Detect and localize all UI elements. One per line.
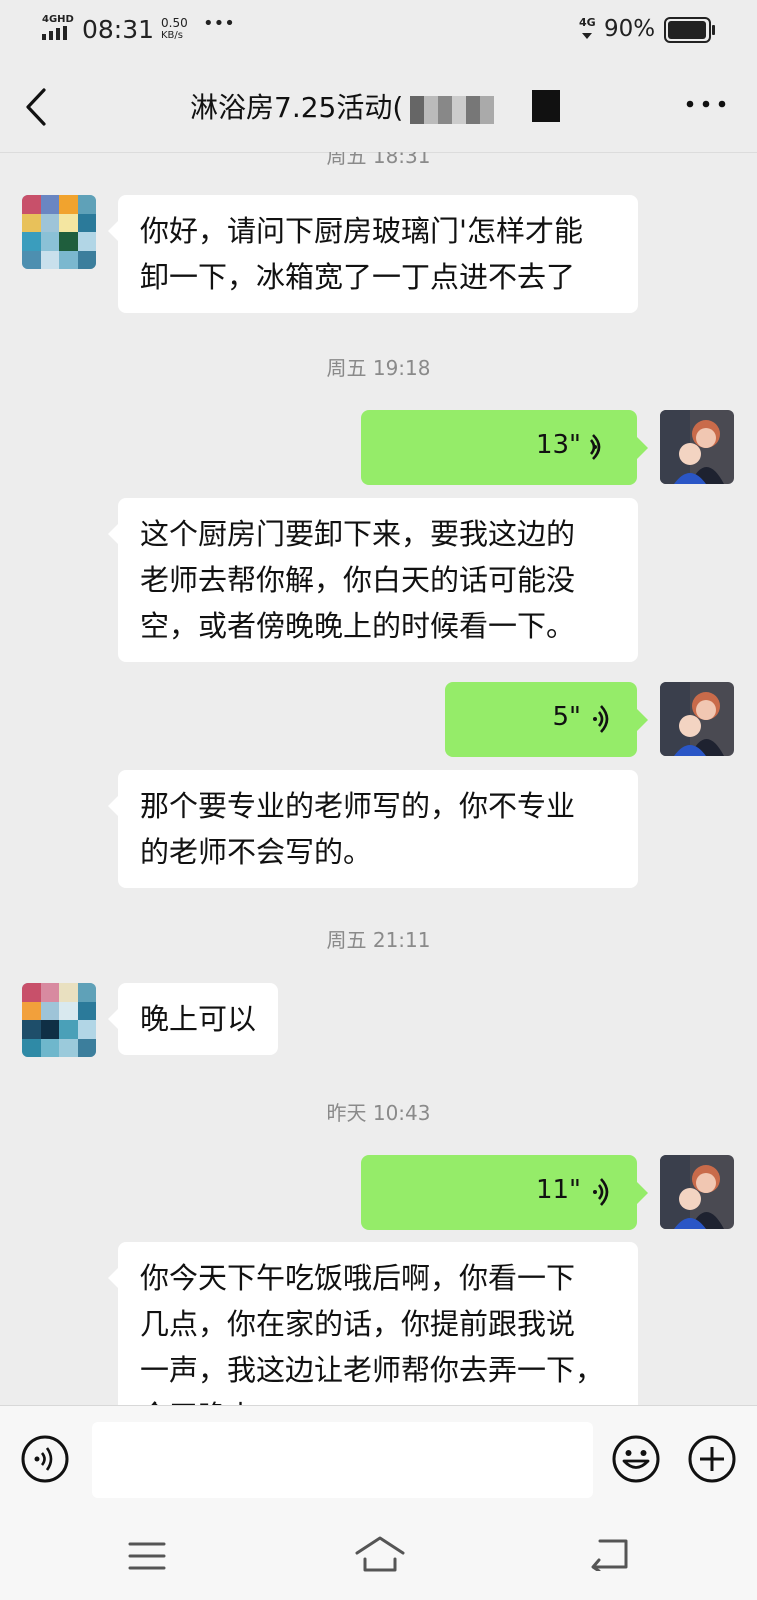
avatar-other[interactable] bbox=[22, 983, 96, 1057]
avatar-other[interactable] bbox=[22, 195, 96, 269]
message-bubble-other[interactable]: 晚上可以 bbox=[107, 983, 279, 1055]
back-button[interactable] bbox=[22, 86, 52, 128]
voice-input-icon[interactable] bbox=[20, 1434, 70, 1484]
battery-percent: 90% bbox=[604, 16, 656, 42]
timestamp: 周五 19:18 bbox=[326, 356, 431, 380]
message-line: 你今天下午吃饭哦后啊，你看一下 bbox=[140, 1261, 576, 1295]
net-speed-unit: KB/s bbox=[161, 30, 183, 41]
status-more: ••• bbox=[203, 13, 235, 34]
message-bubble-other[interactable]: 那个要专业的老师写的，你不专业 的老师不会写的。 bbox=[108, 770, 638, 888]
data-arrows-icon bbox=[582, 33, 592, 39]
voice-wave-icon bbox=[593, 1178, 609, 1206]
message-line: 老师去帮你解，你白天的话可能没 bbox=[140, 563, 576, 597]
redacted-title-part-2 bbox=[532, 90, 560, 122]
status-bar: 4GHD 08:31 0.50 KB/s ••• 4G 90% bbox=[0, 0, 757, 62]
message-bubble-other[interactable]: 你好，请问下厨房玻璃门'怎样才能 卸一下，冰箱宽了一丁点进不去了 bbox=[108, 195, 638, 313]
system-nav-bar bbox=[0, 1515, 757, 1600]
redacted-title-part bbox=[410, 96, 494, 124]
more-button[interactable] bbox=[684, 98, 728, 110]
add-icon[interactable] bbox=[687, 1434, 737, 1484]
message-line: 那个要专业的老师写的，你不专业 bbox=[140, 789, 576, 823]
signal-icon bbox=[42, 26, 67, 40]
avatar-self[interactable] bbox=[660, 682, 734, 756]
voice-message-self[interactable]: 5" bbox=[445, 682, 648, 757]
voice-message-self[interactable]: 13" bbox=[361, 410, 648, 485]
voice-wave-icon bbox=[593, 705, 609, 733]
message-input[interactable] bbox=[92, 1422, 593, 1498]
chat-title: 淋浴房7.25活动( bbox=[190, 91, 404, 124]
voice-duration: 5" bbox=[552, 702, 581, 732]
avatar-self[interactable] bbox=[660, 410, 734, 484]
timestamp: 昨天 10:43 bbox=[326, 1101, 431, 1125]
voice-duration: 13" bbox=[535, 430, 581, 460]
network-type: 4GHD bbox=[42, 14, 74, 25]
message-line: 几点，你在家的话，你提前跟我说 bbox=[140, 1307, 576, 1341]
menu-icon[interactable] bbox=[128, 1541, 166, 1571]
message-line: 空，或者傍晚晚上的时候看一下。 bbox=[140, 609, 576, 643]
avatar-self[interactable] bbox=[660, 1155, 734, 1229]
message-line: 晚上可以 bbox=[140, 1002, 257, 1036]
message-bubble-other[interactable]: 这个厨房门要卸下来，要我这边的 老师去帮你解，你白天的话可能没 空，或者傍晚晚上… bbox=[108, 498, 638, 662]
back-icon[interactable] bbox=[590, 1537, 630, 1571]
input-bar bbox=[0, 1405, 757, 1516]
message-line: 一声，我这边让老师帮你去弄一下， bbox=[140, 1353, 605, 1387]
voice-message-self[interactable]: 11" bbox=[361, 1155, 648, 1230]
status-time: 08:31 bbox=[82, 15, 155, 44]
chat-header: 淋浴房7.25活动( bbox=[0, 62, 757, 153]
voice-duration: 11" bbox=[535, 1175, 581, 1205]
voice-wave-icon bbox=[589, 434, 601, 460]
message-line: 你好，请问下厨房玻璃门'怎样才能 bbox=[140, 214, 583, 248]
net-speed-value: 0.50 bbox=[161, 16, 188, 30]
message-line: 卸一下，冰箱宽了一丁点进不去了 bbox=[140, 260, 576, 294]
timestamp: 周五 21:11 bbox=[326, 928, 431, 952]
message-line: 的老师不会写的。 bbox=[140, 835, 373, 869]
emoji-icon[interactable] bbox=[611, 1434, 661, 1484]
home-icon[interactable] bbox=[354, 1535, 406, 1573]
message-line: 这个厨房门要卸下来，要我这边的 bbox=[140, 517, 576, 551]
network-type-right: 4G bbox=[579, 16, 596, 29]
battery-icon bbox=[664, 17, 715, 43]
